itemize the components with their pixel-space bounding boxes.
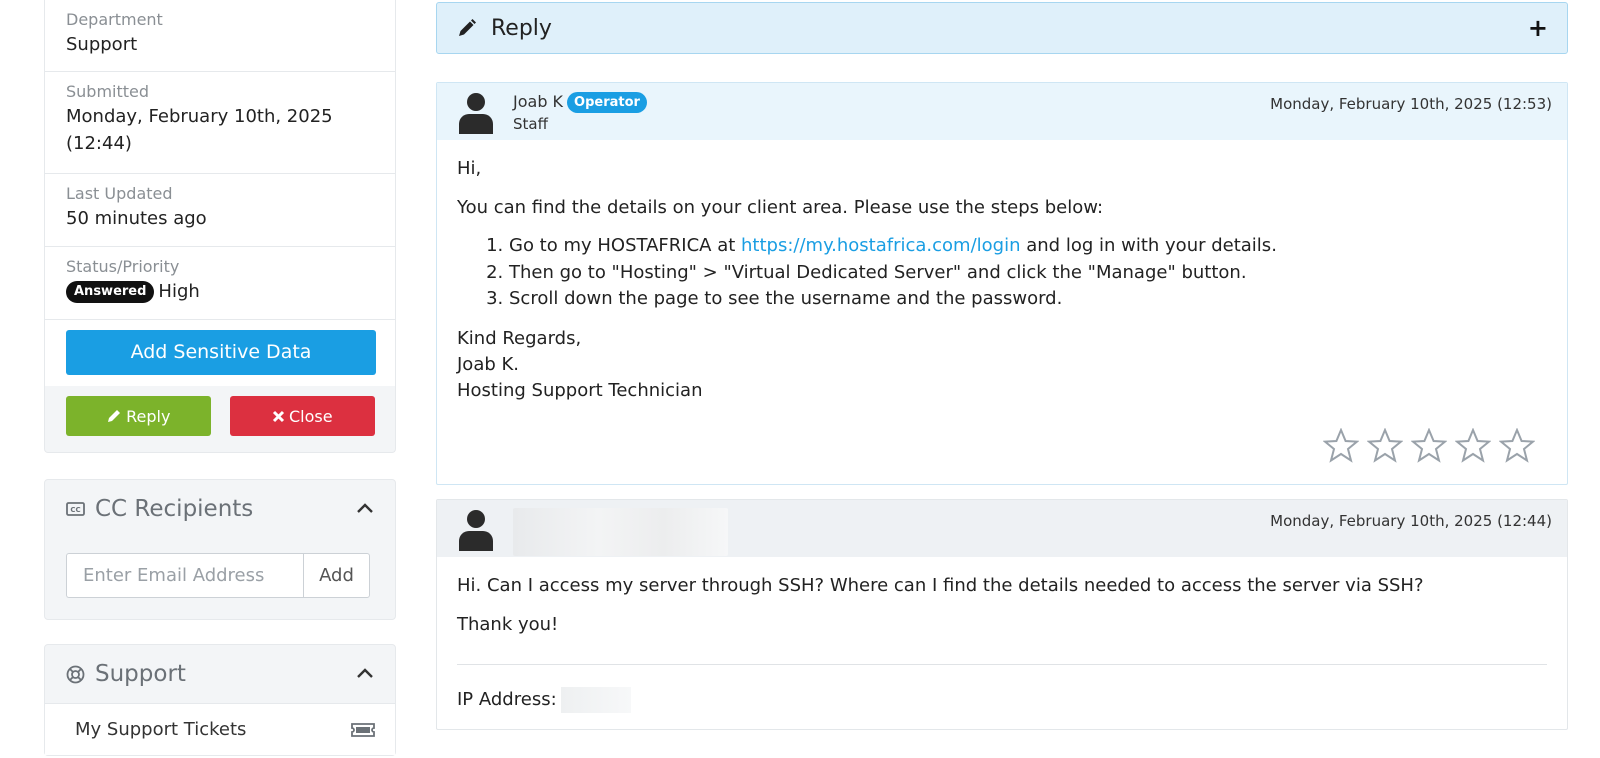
- close-button-label: Close: [288, 406, 333, 426]
- cc-add-button[interactable]: Add: [303, 553, 370, 598]
- ticket-icon: [351, 722, 375, 737]
- add-sensitive-wrap: Add Sensitive Data: [45, 320, 395, 386]
- support-header[interactable]: Support: [45, 645, 395, 703]
- reply-panel-header[interactable]: Reply +: [436, 2, 1568, 54]
- priority-text: High: [158, 281, 200, 302]
- rating-stars: [457, 427, 1547, 464]
- signature-line: Kind Regards,: [457, 327, 582, 349]
- last-updated-row: Last Updated 50 minutes ago: [45, 174, 395, 247]
- cc-recipients-title: CC Recipients: [95, 496, 254, 522]
- department-row: Department Support: [45, 0, 395, 72]
- department-label: Department: [66, 10, 163, 29]
- support-title: Support: [95, 661, 186, 687]
- message-author: Joab K Operator: [513, 91, 647, 113]
- ticket-main: Reply + Joab K Operator Staff Monday, Feb…: [436, 0, 1568, 730]
- message-header: Joab K Operator Staff Monday, February 10…: [437, 83, 1567, 140]
- expand-plus-icon[interactable]: +: [1528, 14, 1548, 42]
- add-sensitive-data-button[interactable]: Add Sensitive Data: [66, 330, 376, 375]
- user-avatar-icon: [459, 509, 493, 551]
- message-date: Monday, February 10th, 2025 (12:44): [1270, 511, 1552, 530]
- message-text: Thank you!: [457, 613, 559, 635]
- support-panel: Support My Support Tickets: [44, 644, 396, 756]
- cc-recipients-body: Enter Email Address Add: [45, 538, 395, 619]
- department-value: Support: [66, 34, 138, 55]
- list-item: Then go to "Hosting" > "Virtual Dedicate…: [509, 260, 1547, 287]
- reply-panel-title: Reply: [491, 15, 552, 41]
- message-date: Monday, February 10th, 2025 (12:53): [1270, 95, 1552, 113]
- operator-badge: Operator: [567, 92, 647, 113]
- pencil-icon: [108, 410, 121, 422]
- submitted-value: Monday, February 10th, 2025 (12:44): [66, 106, 333, 154]
- star-icon[interactable]: [1499, 427, 1535, 464]
- submitted-row: Submitted Monday, February 10th, 2025 (1…: [45, 72, 395, 174]
- signature-line: Hosting Support Technician: [457, 379, 703, 401]
- signature-line: Joab K.: [457, 353, 520, 375]
- message-intro: You can find the details on your client …: [457, 197, 1104, 218]
- status-badge: Answered: [66, 281, 155, 303]
- message-header: Monday, February 10th, 2025 (12:44): [437, 499, 1567, 557]
- author-role: Staff: [513, 115, 548, 133]
- ticket-message-staff: Joab K Operator Staff Monday, February 10…: [436, 82, 1568, 485]
- client-area-link[interactable]: https://my.hostafrica.com/login: [741, 235, 1021, 256]
- status-priority-row: Status/Priority Answered High: [45, 247, 395, 320]
- message-greeting: Hi,: [457, 158, 482, 179]
- author-name: Joab K: [513, 92, 564, 111]
- step1-text-end: and log in with your details.: [1020, 235, 1277, 256]
- close-icon: [272, 410, 285, 422]
- pencil-icon: [459, 19, 476, 36]
- sidebar-item-label: My Support Tickets: [75, 719, 247, 740]
- user-avatar-icon: [459, 93, 493, 134]
- ticket-message-client: Monday, February 10th, 2025 (12:44) Hi. …: [436, 498, 1568, 730]
- chevron-up-icon[interactable]: [355, 664, 375, 684]
- sidebar-item-my-support-tickets[interactable]: My Support Tickets: [45, 703, 395, 755]
- cc-recipients-header[interactable]: CC CC Recipients: [45, 480, 395, 538]
- divider: [457, 663, 1547, 665]
- message-text: Hi. Can I access my server through SSH? …: [457, 574, 1424, 596]
- closed-caption-icon: CC: [66, 502, 85, 516]
- message-author-block: Joab K Operator Staff: [513, 91, 647, 135]
- ticket-actions: Reply Close: [45, 386, 395, 452]
- close-ticket-button[interactable]: Close: [229, 396, 375, 436]
- reply-button-label: Reply: [126, 406, 171, 426]
- star-icon[interactable]: [1455, 427, 1491, 464]
- ticket-sidebar: Department Support Submitted Monday, Feb…: [44, 0, 396, 756]
- cc-recipients-panel: CC CC Recipients Enter Email Address Add: [44, 479, 396, 620]
- list-item: Go to my HOSTAFRICA at https://my.hostaf…: [509, 233, 1547, 260]
- status-priority-value: Answered High: [66, 278, 374, 305]
- ticket-info-card: Department Support Submitted Monday, Feb…: [44, 0, 396, 453]
- redacted-ip-address: [560, 686, 631, 713]
- last-updated-label: Last Updated: [66, 184, 173, 203]
- star-icon[interactable]: [1411, 427, 1447, 464]
- reply-button[interactable]: Reply: [66, 396, 211, 436]
- message-body: Hi, You can find the details on your cli…: [437, 140, 1567, 484]
- ip-address-line: IP Address:: [457, 686, 1547, 713]
- star-icon[interactable]: [1323, 427, 1359, 464]
- chevron-up-icon[interactable]: [355, 499, 375, 519]
- lifebuoy-icon: [66, 665, 85, 683]
- cc-email-input[interactable]: Enter Email Address: [66, 553, 303, 598]
- message-body: Hi. Can I access my server through SSH? …: [437, 557, 1567, 729]
- list-item: Scroll down the page to see the username…: [509, 286, 1547, 313]
- submitted-label: Submitted: [66, 82, 150, 101]
- redacted-author-name: [513, 507, 728, 556]
- svg-text:CC: CC: [70, 506, 80, 514]
- ip-address-label: IP Address:: [457, 689, 557, 710]
- steps-list: Go to my HOSTAFRICA at https://my.hostaf…: [509, 233, 1547, 313]
- status-priority-label: Status/Priority: [66, 257, 180, 276]
- star-icon[interactable]: [1367, 427, 1403, 464]
- step1-text-start: Go to my HOSTAFRICA at: [509, 235, 742, 256]
- last-updated-value: 50 minutes ago: [66, 208, 207, 229]
